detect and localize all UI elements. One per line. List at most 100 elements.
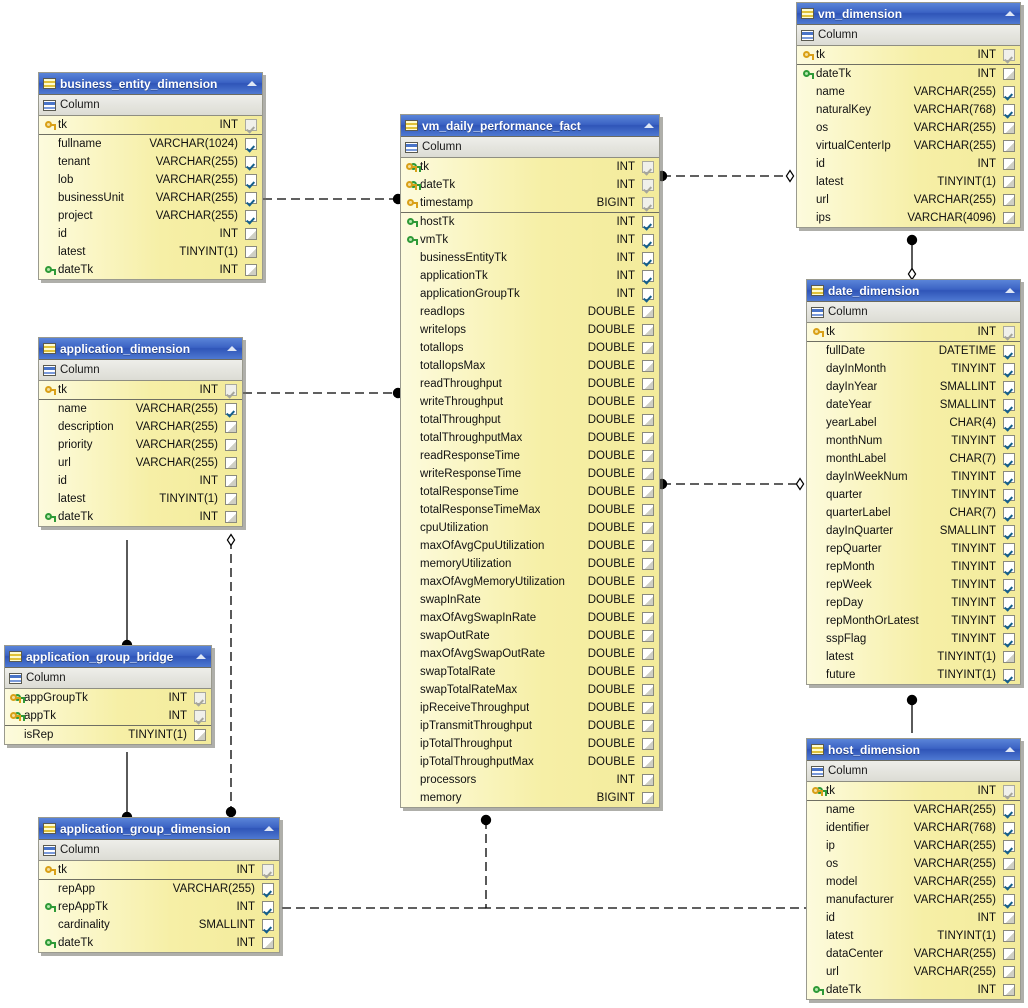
column-checkbox-cell[interactable] <box>1000 966 1020 978</box>
column-checkbox-cell[interactable] <box>639 774 659 786</box>
table-title-bar[interactable]: application_dimension <box>39 338 242 360</box>
column-checkbox-cell[interactable] <box>1000 326 1020 338</box>
table-title-bar[interactable]: vm_daily_performance_fact <box>401 115 659 137</box>
column-checkbox[interactable] <box>261 864 274 876</box>
column-checkbox[interactable] <box>1002 984 1015 996</box>
column-checkbox-cell[interactable] <box>1000 453 1020 465</box>
column-checkbox[interactable] <box>244 156 257 168</box>
table-application_group_dimension[interactable]: application_group_dimension Column tk INT re… <box>38 817 280 953</box>
table-row[interactable]: dateTk INT <box>797 65 1020 83</box>
collapse-icon[interactable] <box>642 120 656 131</box>
table-row[interactable]: dateYear SMALLINT <box>807 396 1020 414</box>
column-checkbox[interactable] <box>1002 785 1015 797</box>
column-checkbox-cell[interactable] <box>242 138 262 150</box>
column-checkbox[interactable] <box>244 174 257 186</box>
table-row[interactable]: url VARCHAR(255) <box>807 963 1020 981</box>
column-checkbox-cell[interactable] <box>1000 615 1020 627</box>
column-checkbox-cell[interactable] <box>1000 363 1020 375</box>
column-checkbox[interactable] <box>641 324 654 336</box>
table-row[interactable]: businessUnit VARCHAR(255) <box>39 189 262 207</box>
column-checkbox-cell[interactable] <box>1000 804 1020 816</box>
table-row[interactable]: id INT <box>39 225 262 243</box>
table-row[interactable]: dateTk INT <box>807 981 1020 999</box>
column-checkbox-cell[interactable] <box>1000 561 1020 573</box>
column-checkbox[interactable] <box>1002 615 1015 627</box>
collapse-icon[interactable] <box>1003 744 1017 755</box>
column-checkbox-cell[interactable] <box>639 576 659 588</box>
column-checkbox-cell[interactable] <box>639 468 659 480</box>
column-checkbox[interactable] <box>1002 489 1015 501</box>
column-checkbox-cell[interactable] <box>1000 86 1020 98</box>
table-row[interactable]: swapTotalRateMax DOUBLE <box>401 681 659 699</box>
column-checkbox[interactable] <box>641 630 654 642</box>
column-checkbox-cell[interactable] <box>1000 948 1020 960</box>
column-checkbox-cell[interactable] <box>639 378 659 390</box>
column-checkbox[interactable] <box>224 421 237 433</box>
table-row[interactable]: repMonth TINYINT <box>807 558 1020 576</box>
column-checkbox-cell[interactable] <box>1000 785 1020 797</box>
table-row[interactable]: dateTk INT <box>401 176 659 194</box>
table-row[interactable]: name VARCHAR(255) <box>797 83 1020 101</box>
column-checkbox-cell[interactable] <box>1000 122 1020 134</box>
table-row[interactable]: latest TINYINT(1) <box>797 173 1020 191</box>
column-checkbox-cell[interactable] <box>1000 417 1020 429</box>
table-row[interactable]: tk INT <box>39 381 242 399</box>
column-checkbox-cell[interactable] <box>639 288 659 300</box>
column-checkbox-cell[interactable] <box>1000 579 1020 591</box>
table-row[interactable]: processors INT <box>401 771 659 789</box>
table-row[interactable]: timestamp BIGINT <box>401 194 659 212</box>
column-checkbox-cell[interactable] <box>639 756 659 768</box>
table-row[interactable]: fullname VARCHAR(1024) <box>39 135 262 153</box>
column-checkbox[interactable] <box>1002 912 1015 924</box>
column-checkbox-cell[interactable] <box>1000 840 1020 852</box>
table-row[interactable]: dateTk INT <box>39 261 262 279</box>
column-checkbox[interactable] <box>641 648 654 660</box>
table-row[interactable]: appTk INT <box>5 707 211 725</box>
column-checkbox[interactable] <box>193 729 206 741</box>
table-row[interactable]: totalIopsMax DOUBLE <box>401 357 659 375</box>
column-checkbox-cell[interactable] <box>639 396 659 408</box>
table-row[interactable]: repMonthOrLatest TINYINT <box>807 612 1020 630</box>
table-row[interactable]: applicationTk INT <box>401 267 659 285</box>
column-checkbox[interactable] <box>641 792 654 804</box>
table-row[interactable]: totalIops DOUBLE <box>401 339 659 357</box>
column-section-header[interactable]: Column <box>807 761 1020 782</box>
column-section-header[interactable]: Column <box>797 25 1020 46</box>
column-checkbox-cell[interactable] <box>242 264 262 276</box>
column-checkbox[interactable] <box>244 138 257 150</box>
column-checkbox[interactable] <box>1002 822 1015 834</box>
column-checkbox[interactable] <box>1002 49 1015 61</box>
column-checkbox[interactable] <box>641 522 654 534</box>
column-checkbox-cell[interactable] <box>242 156 262 168</box>
column-checkbox[interactable] <box>1002 326 1015 338</box>
column-checkbox-cell[interactable] <box>242 174 262 186</box>
table-row[interactable]: description VARCHAR(255) <box>39 418 242 436</box>
column-checkbox-cell[interactable] <box>1000 49 1020 61</box>
table-row[interactable]: tk INT <box>807 782 1020 800</box>
column-checkbox[interactable] <box>1002 597 1015 609</box>
column-checkbox-cell[interactable] <box>639 684 659 696</box>
column-checkbox-cell[interactable] <box>1000 176 1020 188</box>
column-checkbox-cell[interactable] <box>222 493 242 505</box>
table-host_dimension[interactable]: host_dimension Column tk INT name VARCHAR(255… <box>806 738 1021 1000</box>
column-checkbox[interactable] <box>641 594 654 606</box>
table-row[interactable]: dayInQuarter SMALLINT <box>807 522 1020 540</box>
column-checkbox-cell[interactable] <box>1000 822 1020 834</box>
table-row[interactable]: priority VARCHAR(255) <box>39 436 242 454</box>
column-checkbox-cell[interactable] <box>1000 543 1020 555</box>
column-checkbox-cell[interactable] <box>1000 381 1020 393</box>
column-checkbox[interactable] <box>224 475 237 487</box>
column-checkbox[interactable] <box>224 493 237 505</box>
column-checkbox[interactable] <box>193 710 206 722</box>
table-row[interactable]: maxOfAvgSwapOutRate DOUBLE <box>401 645 659 663</box>
column-checkbox-cell[interactable] <box>639 342 659 354</box>
column-checkbox-cell[interactable] <box>639 234 659 246</box>
column-checkbox[interactable] <box>1002 140 1015 152</box>
table-row[interactable]: repApp VARCHAR(255) <box>39 880 279 898</box>
table-row[interactable]: ip VARCHAR(255) <box>807 837 1020 855</box>
column-checkbox-cell[interactable] <box>222 457 242 469</box>
column-checkbox-cell[interactable] <box>639 738 659 750</box>
table-row[interactable]: swapOutRate DOUBLE <box>401 627 659 645</box>
table-row[interactable]: totalThroughputMax DOUBLE <box>401 429 659 447</box>
table-row[interactable]: maxOfAvgMemoryUtilization DOUBLE <box>401 573 659 591</box>
